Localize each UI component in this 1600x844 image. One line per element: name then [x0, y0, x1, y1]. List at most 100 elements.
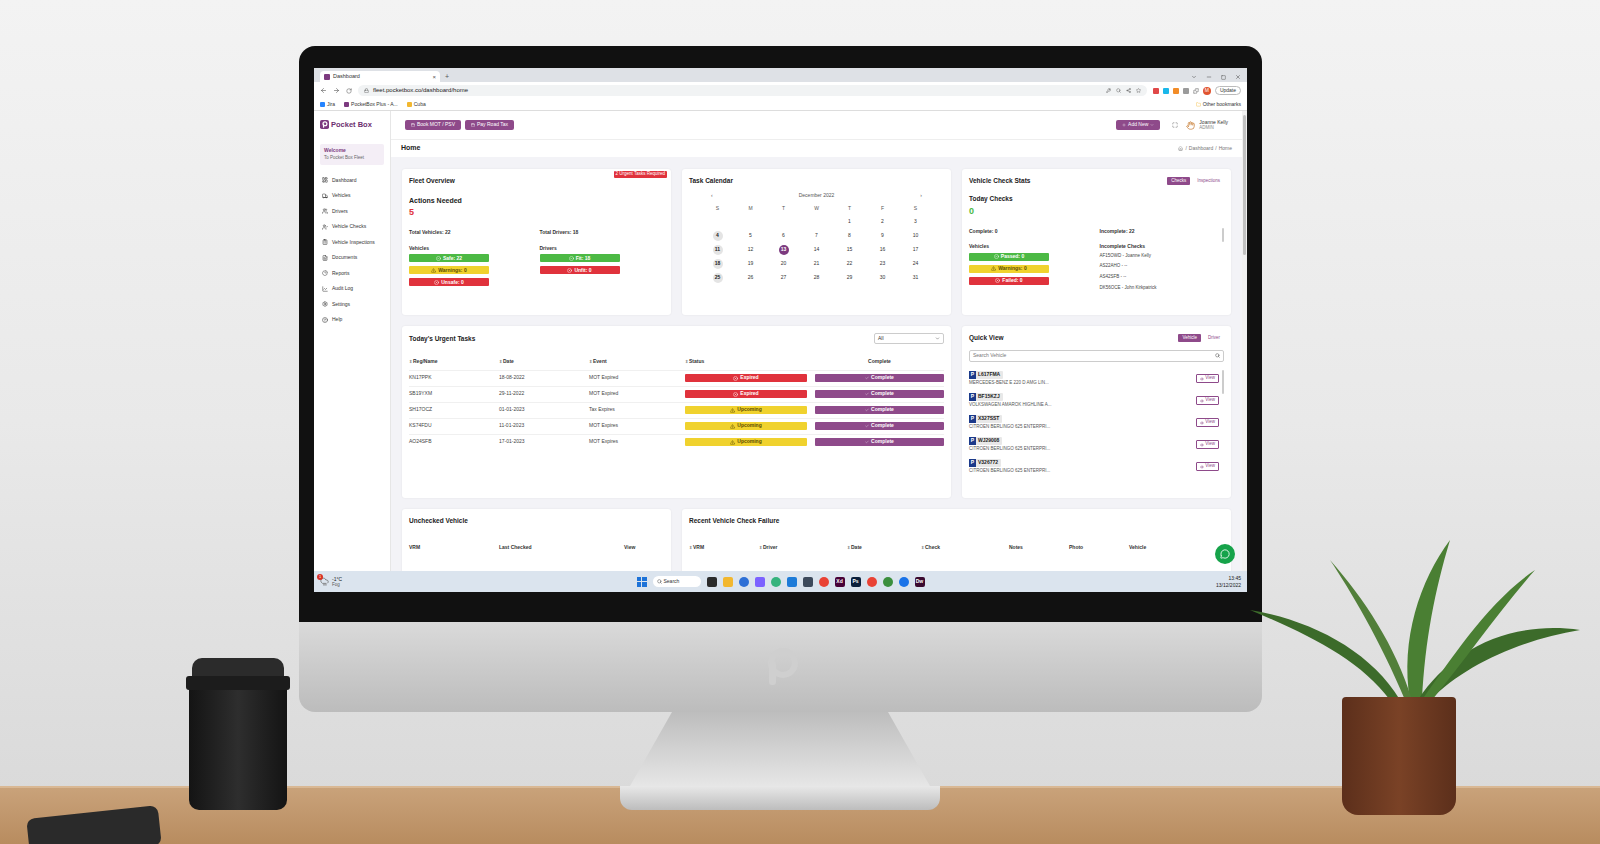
- taskbar-app[interactable]: [723, 577, 733, 587]
- view-button[interactable]: View: [1196, 440, 1219, 449]
- url-field[interactable]: fleet.pocketbox.co/dashboard/home: [358, 85, 1147, 96]
- calendar-day[interactable]: 2: [878, 217, 888, 227]
- sidebar-item[interactable]: Documents: [320, 250, 384, 266]
- taskbar-app[interactable]: [771, 577, 781, 587]
- taskbar-app[interactable]: [899, 577, 909, 587]
- calendar-day[interactable]: 28: [812, 273, 822, 283]
- calendar-day[interactable]: 5: [746, 231, 756, 241]
- calendar-day[interactable]: 23: [878, 259, 888, 269]
- calendar-day[interactable]: 6: [779, 231, 789, 241]
- close-window-icon[interactable]: [1235, 74, 1241, 80]
- calendar-day[interactable]: 17: [911, 245, 921, 255]
- browser-tab[interactable]: Dashboard×: [320, 71, 440, 82]
- quick-view-tab[interactable]: Vehicle: [1178, 334, 1201, 342]
- extension-icon[interactable]: [1153, 88, 1159, 94]
- sidebar-item[interactable]: Reports: [320, 266, 384, 282]
- calendar-day[interactable]: 7: [812, 231, 822, 241]
- extension-icon[interactable]: [1173, 88, 1179, 94]
- taskbar-app[interactable]: [787, 577, 797, 587]
- sidebar-item[interactable]: Vehicles: [320, 188, 384, 204]
- calendar-day[interactable]: 3: [911, 217, 921, 227]
- calendar-day[interactable]: 20: [779, 259, 789, 269]
- calendar-day[interactable]: 9: [878, 231, 888, 241]
- calendar-day[interactable]: [713, 217, 723, 227]
- maximize-icon[interactable]: [1221, 75, 1226, 80]
- extensions-icon[interactable]: [1193, 88, 1199, 94]
- calendar-day[interactable]: 22: [845, 259, 855, 269]
- add-new-button[interactable]: Add New: [1116, 120, 1160, 130]
- start-button[interactable]: [637, 577, 647, 587]
- calendar-day[interactable]: [779, 217, 789, 227]
- extension-icon[interactable]: [1163, 88, 1169, 94]
- sidebar-item[interactable]: Vehicle Inspections: [320, 235, 384, 251]
- calendar-day[interactable]: 21: [812, 259, 822, 269]
- bookmark[interactable]: Jira: [320, 101, 335, 109]
- taskbar-app[interactable]: [883, 577, 893, 587]
- complete-button[interactable]: Complete: [815, 374, 944, 382]
- calendar-day[interactable]: 30: [878, 273, 888, 283]
- calendar-day[interactable]: 26: [746, 273, 756, 283]
- profile-avatar[interactable]: M: [1203, 87, 1211, 95]
- calendar-day[interactable]: 31: [911, 273, 921, 283]
- calendar-day[interactable]: [812, 217, 822, 227]
- view-button[interactable]: View: [1196, 396, 1219, 405]
- search-field[interactable]: Search Vehicle: [969, 350, 1224, 362]
- close-tab-button[interactable]: ×: [432, 74, 436, 80]
- sidebar-item[interactable]: Audit Log: [320, 281, 384, 297]
- calendar-day[interactable]: 16: [878, 245, 888, 255]
- view-button[interactable]: View: [1196, 462, 1219, 471]
- back-icon[interactable]: [320, 87, 327, 94]
- bookmark-star-icon[interactable]: [1136, 88, 1141, 93]
- sidebar-item[interactable]: Drivers: [320, 204, 384, 220]
- sidebar-item[interactable]: Settings: [320, 297, 384, 313]
- complete-button[interactable]: Complete: [815, 390, 944, 398]
- calendar-day[interactable]: 4: [713, 231, 723, 241]
- calendar-day[interactable]: 25: [713, 273, 723, 283]
- calendar-day[interactable]: 10: [911, 231, 921, 241]
- calendar-day[interactable]: 24: [911, 259, 921, 269]
- calendar-day[interactable]: [746, 217, 756, 227]
- complete-button[interactable]: Complete: [815, 438, 944, 446]
- view-button[interactable]: View: [1196, 418, 1219, 427]
- taskbar-app[interactable]: [867, 577, 877, 587]
- forward-icon[interactable]: [333, 87, 340, 94]
- calendar-day[interactable]: 14: [812, 245, 822, 255]
- sidebar-item[interactable]: Help: [320, 312, 384, 328]
- tab-search-icon[interactable]: [1191, 74, 1197, 80]
- view-button[interactable]: View: [1196, 374, 1219, 383]
- taskbar-app[interactable]: [803, 577, 813, 587]
- calendar-day[interactable]: 12: [746, 245, 756, 255]
- taskbar-app[interactable]: [755, 577, 765, 587]
- taskbar-app[interactable]: Ps: [851, 577, 861, 587]
- taskbar-app[interactable]: Dw: [915, 577, 925, 587]
- taskbar-app[interactable]: [739, 577, 749, 587]
- complete-button[interactable]: Complete: [815, 406, 944, 414]
- new-tab-button[interactable]: +: [445, 73, 449, 80]
- stats-tab[interactable]: Checks: [1167, 177, 1190, 185]
- sidebar-item[interactable]: Vehicle Checks: [320, 219, 384, 235]
- quick-view-tab[interactable]: Driver: [1204, 334, 1224, 342]
- complete-button[interactable]: Complete: [815, 422, 944, 430]
- header-button[interactable]: Pay Road Tax: [465, 120, 514, 130]
- filter-select[interactable]: All: [874, 333, 944, 344]
- calendar-day[interactable]: 18: [713, 259, 723, 269]
- chat-button[interactable]: [1215, 544, 1235, 564]
- taskbar-app[interactable]: [819, 577, 829, 587]
- extension-icon[interactable]: [1183, 88, 1189, 94]
- next-month-button[interactable]: ›: [920, 192, 922, 200]
- bookmark[interactable]: PocketBox Plus - A...: [344, 101, 398, 109]
- other-bookmarks[interactable]: Other bookmarks: [1196, 101, 1241, 109]
- taskbar-app[interactable]: [707, 577, 717, 587]
- calendar-day[interactable]: 1: [845, 217, 855, 227]
- calendar-day[interactable]: 29: [845, 273, 855, 283]
- calendar-day[interactable]: 13: [779, 245, 789, 255]
- user-menu[interactable]: Joanne KellyADMIN: [1199, 119, 1228, 131]
- update-button[interactable]: Update: [1215, 86, 1241, 96]
- reload-icon[interactable]: [346, 88, 352, 94]
- taskbar-search[interactable]: Search: [653, 576, 701, 587]
- calendar-day[interactable]: 15: [845, 245, 855, 255]
- calendar-day[interactable]: 19: [746, 259, 756, 269]
- bookmark[interactable]: Cuba: [407, 101, 426, 109]
- prev-month-button[interactable]: ‹: [711, 192, 713, 200]
- taskbar-app[interactable]: Xd: [835, 577, 845, 587]
